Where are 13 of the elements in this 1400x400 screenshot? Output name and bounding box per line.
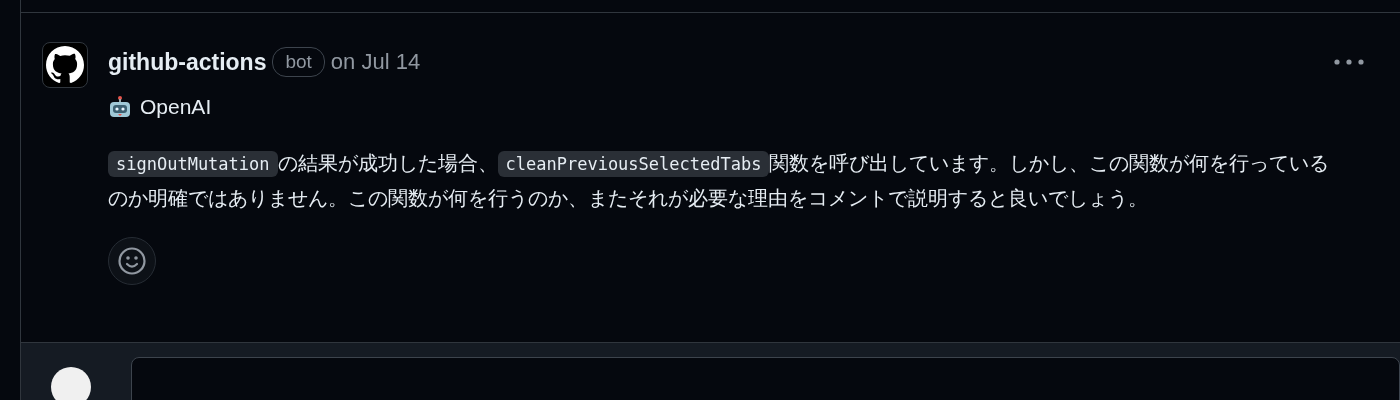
- smiley-icon: [117, 246, 147, 276]
- reply-field[interactable]: [131, 357, 1400, 400]
- robot-icon: [108, 95, 132, 119]
- kebab-icon: [1334, 59, 1364, 65]
- author-link[interactable]: github-actions: [108, 48, 267, 76]
- avatar[interactable]: [42, 42, 88, 88]
- timestamp-link[interactable]: on Jul 14: [330, 49, 421, 75]
- user-avatar: [51, 367, 91, 400]
- comment-text: signOutMutation の結果が成功した場合、 cleanPreviousSelectedTabs 関数を呼び出しています。しかし、この関数が何を行っているのか明確ではありません。この関数が何を行うのか、またそれが必要な理由をコメントで説明すると良いでしょう。: [108, 150, 1331, 211]
- bot-label: bot: [272, 47, 325, 77]
- source-label: OpenAI: [140, 95, 212, 119]
- add-reaction-button[interactable]: [108, 237, 156, 285]
- octocat-icon: [46, 46, 84, 84]
